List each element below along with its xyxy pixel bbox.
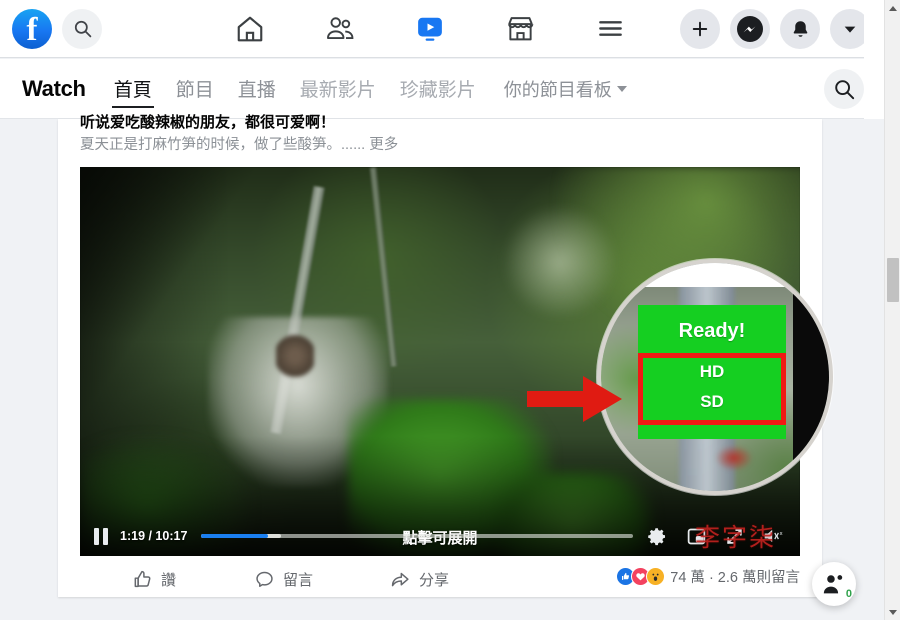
scroll-down-arrow[interactable]	[885, 604, 900, 620]
chevron-down-icon	[616, 85, 627, 92]
share-arrow-icon	[391, 572, 409, 586]
share-button[interactable]: 分享	[389, 569, 449, 590]
main-nav-icons	[222, 4, 638, 62]
sd-option[interactable]: SD	[643, 392, 781, 412]
post-description-text: 夏天正是打麻竹笋的时候，做了些酸笋。	[80, 137, 341, 153]
feed-area: 听说爱吃酸辣椒的朋友，都很可爱啊！ 夏天正是打麻竹笋的时候，做了些酸笋。....…	[0, 114, 884, 620]
contacts-icon	[823, 575, 843, 594]
scrollbar-thumb[interactable]	[887, 258, 899, 302]
watch-tabs: 首頁 節目 直播 最新影片 珍藏影片	[102, 71, 488, 108]
video-time-display: 1:19 / 10:17	[120, 529, 188, 543]
comment-button[interactable]: 留言	[254, 569, 313, 590]
hamburger-menu-icon	[598, 21, 622, 36]
hd-option[interactable]: HD	[643, 362, 781, 382]
facebook-watch-page: f Watch 首頁 節目 直播 最新影片 珍藏影片 你的節目看板 听说爱吃酸辣…	[0, 0, 900, 620]
like-button[interactable]: 讚	[132, 569, 176, 590]
header-action-buttons	[680, 9, 870, 49]
chevron-down-icon	[844, 26, 856, 33]
page-title: Watch	[22, 75, 86, 101]
comment-label: 留言	[283, 571, 314, 589]
video-progress-bar[interactable]	[201, 534, 633, 538]
fullscreen-expand-icon[interactable]	[725, 527, 744, 546]
gear-icon[interactable]	[647, 526, 668, 547]
video-right-controls: x	[647, 526, 784, 547]
bell-icon	[793, 20, 807, 37]
post-actions-bar: 讚 留言 分享 74 萬 · 2.6 萬則留言	[80, 562, 800, 596]
search-icon	[74, 20, 91, 38]
post-ellipsis: ......	[341, 137, 366, 153]
volume-muted-icon[interactable]: x	[762, 526, 784, 546]
pause-button[interactable]	[94, 527, 108, 545]
nav-marketplace-button[interactable]	[492, 4, 548, 54]
nav-menu-button[interactable]	[582, 4, 638, 54]
your-shows-label: 你的節目看板	[503, 79, 612, 100]
top-navigation-bar: f	[0, 0, 884, 62]
friends-icon	[326, 17, 353, 39]
search-icon	[835, 80, 855, 100]
home-icon	[237, 16, 263, 41]
nav-friends-button[interactable]	[312, 4, 368, 54]
svg-text:x: x	[780, 531, 783, 537]
watch-subnav: Watch 首頁 節目 直播 最新影片 珍藏影片 你的節目看板	[0, 59, 884, 119]
post-text: 听说爱吃酸辣椒的朋友，都很可爱啊！ 夏天正是打麻竹笋的时候，做了些酸笋。....…	[80, 113, 700, 157]
contacts-badge: 0	[845, 588, 852, 600]
video-controls-bar: 1:19 / 10:17 x 李字柒	[80, 516, 800, 556]
see-more-link[interactable]: 更多	[369, 137, 398, 153]
tab-shows[interactable]: 節目	[164, 71, 226, 106]
post-headline: 听说爱吃酸辣椒的朋友，都很可爱啊！	[80, 114, 336, 131]
marketplace-icon	[507, 17, 533, 41]
scroll-up-arrow[interactable]	[885, 0, 900, 16]
messenger-contacts-button[interactable]: 0	[812, 562, 856, 606]
nav-watch-button[interactable]	[402, 4, 458, 62]
post-description: 夏天正是打麻竹笋的时候，做了些酸笋。...... 更多	[80, 135, 700, 155]
facebook-logo-icon[interactable]: f	[12, 8, 52, 49]
like-label: 讚	[161, 571, 177, 589]
tab-latest-videos[interactable]: 最新影片	[288, 71, 388, 106]
video-quality-overlay-panel: Ready! HD SD	[638, 305, 786, 439]
page-scrollbar[interactable]	[884, 0, 900, 620]
comment-bubble-icon	[256, 571, 273, 587]
wow-reaction-icon	[646, 567, 666, 586]
create-button[interactable]	[680, 9, 720, 49]
quality-options-highlight: HD SD	[638, 353, 786, 425]
red-arrow-right-icon	[527, 376, 622, 422]
watch-video-icon	[418, 17, 442, 41]
plus-icon	[692, 21, 708, 37]
share-label: 分享	[419, 571, 450, 589]
tab-saved-videos[interactable]: 珍藏影片	[388, 71, 488, 106]
thumbs-up-icon	[134, 570, 151, 587]
tab-home[interactable]: 首頁	[102, 71, 164, 108]
header-search-button[interactable]	[62, 8, 102, 49]
nav-home-button[interactable]	[222, 4, 278, 54]
your-shows-dropdown[interactable]: 你的節目看板	[504, 76, 627, 102]
watch-search-button[interactable]	[824, 69, 864, 109]
reaction-count-label: 74 萬 · 2.6 萬則留言	[670, 570, 800, 586]
picture-in-picture-icon[interactable]	[686, 526, 707, 547]
messenger-button[interactable]	[730, 9, 770, 49]
played-progress	[201, 534, 269, 538]
reaction-summary[interactable]: 74 萬 · 2.6 萬則留言	[616, 566, 800, 587]
notifications-button[interactable]	[780, 9, 820, 49]
tab-live[interactable]: 直播	[226, 71, 288, 106]
ready-label: Ready!	[638, 305, 786, 357]
messenger-icon	[737, 16, 763, 42]
